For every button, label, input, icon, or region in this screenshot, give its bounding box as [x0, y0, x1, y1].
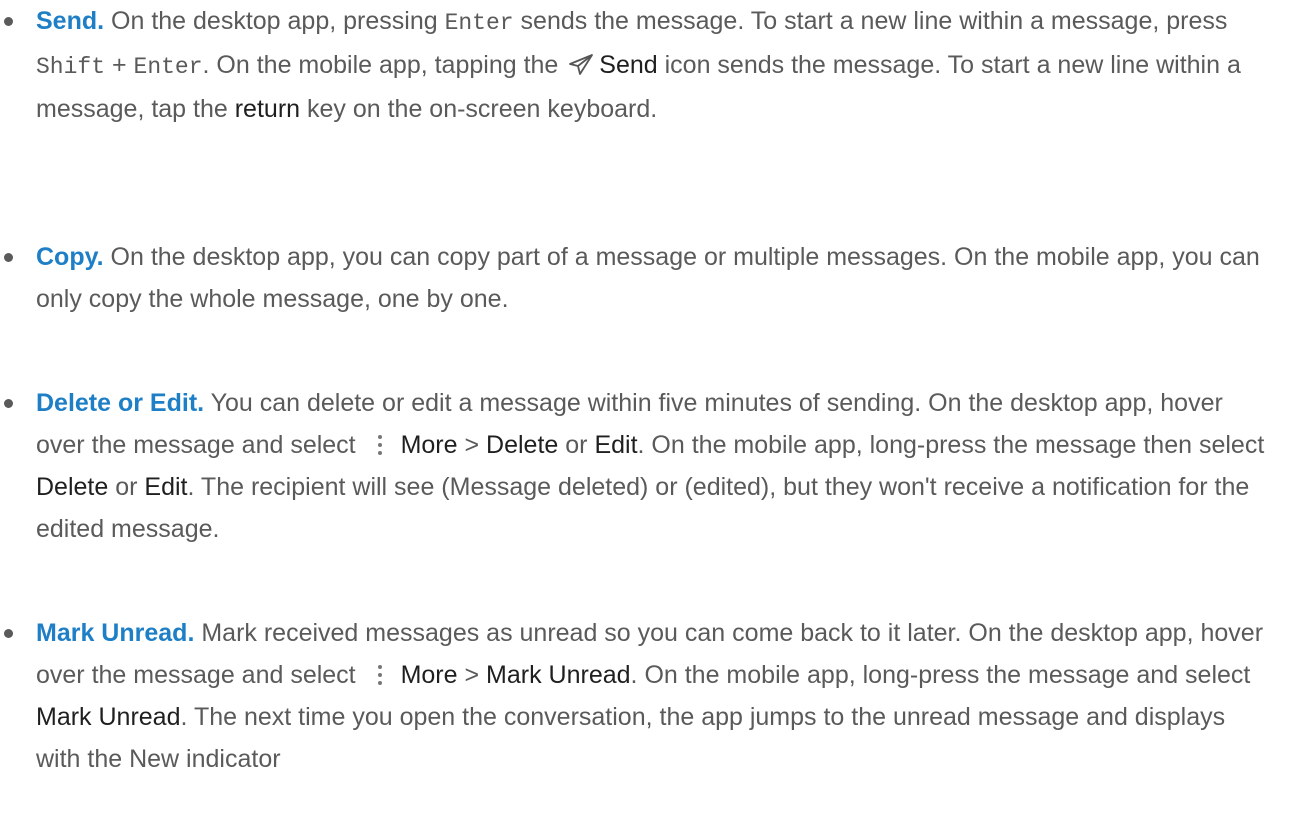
bullet-dot	[4, 253, 13, 262]
ui-return: return	[234, 95, 301, 123]
ui-delete: Delete	[486, 431, 559, 459]
list-item-mark-unread: Mark Unread. Mark received messages as u…	[0, 612, 1276, 780]
more-vertical-icon	[371, 429, 389, 455]
text: sends the message. To start a new line w…	[513, 7, 1228, 35]
document-page: Send. On the desktop app, pressing Enter…	[0, 0, 1299, 819]
ui-more: More	[400, 431, 458, 459]
code-enter: Enter	[444, 10, 514, 36]
bullet-dot	[4, 399, 13, 408]
bullet-dot	[4, 629, 13, 638]
ui-send: Send	[599, 51, 658, 79]
text: . The next time you open the conversatio…	[36, 703, 1226, 773]
ui-edit: Edit	[594, 431, 638, 459]
list-item-copy: Copy. On the desktop app, you can copy p…	[0, 236, 1276, 320]
more-vertical-icon	[371, 659, 389, 685]
text: . On the mobile app, tapping the	[202, 51, 566, 79]
ui-more: More	[400, 661, 458, 689]
text: . On the mobile app, long-press the mess…	[630, 661, 1251, 689]
text: On the desktop app, pressing	[104, 7, 445, 35]
term-copy: Copy.	[36, 243, 104, 271]
text: >	[457, 431, 487, 459]
text: . The recipient will see (Message delete…	[36, 473, 1250, 543]
text: key on the on-screen keyboard.	[300, 95, 658, 123]
text: On the desktop app, you can copy part of…	[36, 243, 1260, 313]
list-item-delete-edit: Delete or Edit. You can delete or edit a…	[0, 382, 1276, 550]
term-delete-edit: Delete or Edit.	[36, 389, 205, 417]
text: +	[105, 51, 134, 79]
code-enter: Enter	[133, 54, 203, 80]
text: or	[108, 473, 145, 501]
code-shift: Shift	[36, 54, 106, 80]
list-item-send: Send. On the desktop app, pressing Enter…	[0, 0, 1276, 130]
bullet-dot	[4, 17, 13, 26]
term-mark-unread: Mark Unread.	[36, 619, 195, 647]
term-send: Send.	[36, 7, 105, 35]
ui-mark-unread: Mark Unread	[36, 703, 181, 731]
text: or	[558, 431, 595, 459]
text: >	[457, 661, 487, 689]
ui-edit: Edit	[144, 473, 188, 501]
ui-mark-unread: Mark Unread	[486, 661, 631, 689]
text: . On the mobile app, long-press the mess…	[637, 431, 1265, 459]
ui-delete: Delete	[36, 473, 109, 501]
send-paper-plane-icon	[567, 48, 595, 75]
